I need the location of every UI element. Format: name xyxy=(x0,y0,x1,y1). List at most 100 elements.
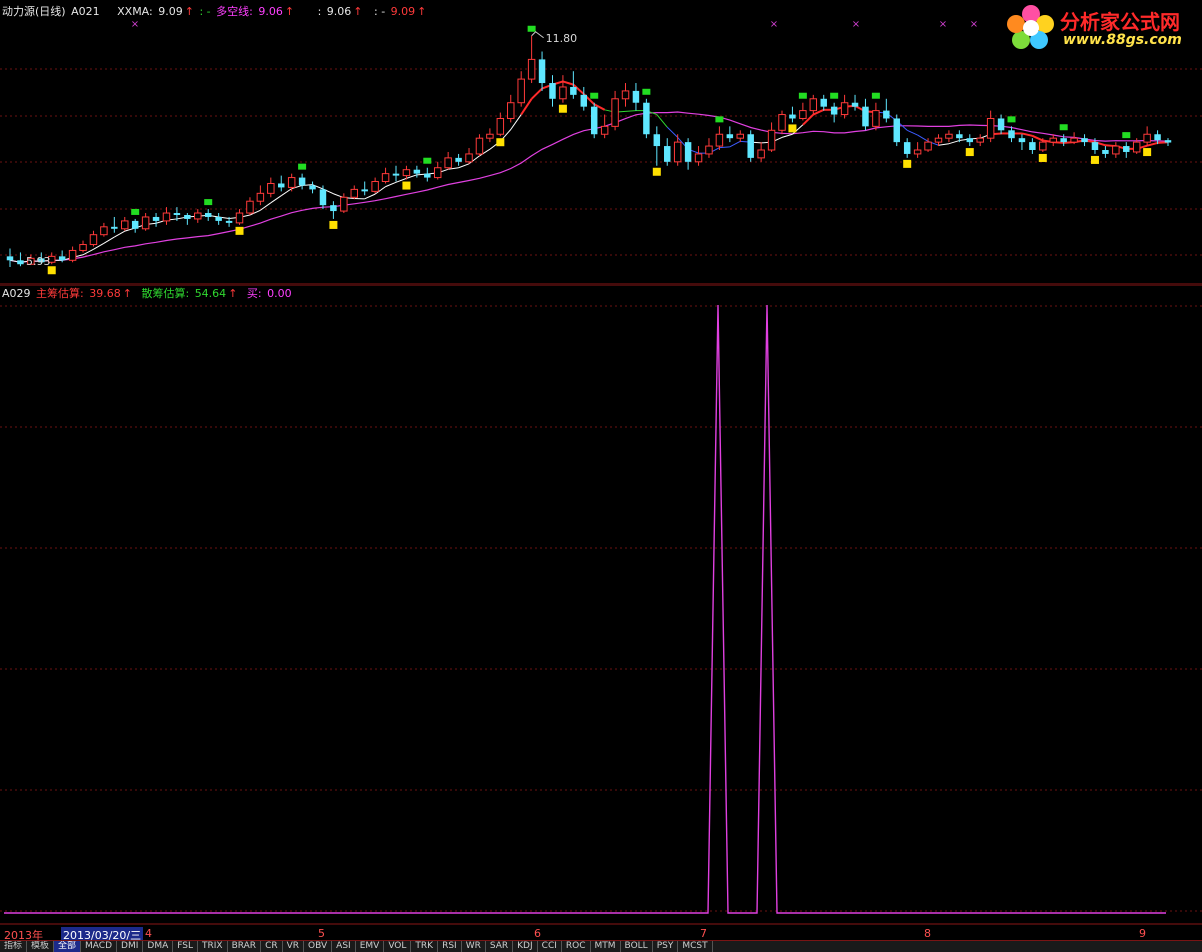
sell-signal-marker xyxy=(830,93,838,99)
candle-down xyxy=(727,134,733,138)
candle-up xyxy=(288,178,294,188)
candle-down xyxy=(1154,134,1160,140)
sep1: : - xyxy=(199,5,210,18)
zhuchou-value: 39.68 xyxy=(89,287,121,300)
candle-down xyxy=(174,213,180,215)
candle-down xyxy=(591,107,597,135)
candle-down xyxy=(581,95,587,107)
candle-down xyxy=(330,205,336,211)
tab-cci[interactable]: CCI xyxy=(538,941,562,952)
candle-up xyxy=(1144,134,1150,142)
candle-down xyxy=(299,178,305,186)
high-pointer xyxy=(532,32,544,38)
candle-up xyxy=(612,99,618,127)
date-axis: 2013年 2013/03/20/三 4 5 6 7 8 9 xyxy=(0,927,1202,940)
cross-marker: × xyxy=(770,19,778,30)
tab-vr[interactable]: VR xyxy=(283,941,304,952)
candle-up xyxy=(1113,146,1119,154)
tab-fsl[interactable]: FSL xyxy=(173,941,198,952)
sell-signal-marker xyxy=(528,26,536,32)
candle-up xyxy=(695,154,701,162)
candle-up xyxy=(372,182,378,192)
candle-down xyxy=(570,87,576,95)
candle-down xyxy=(205,213,211,217)
candle-down xyxy=(894,118,900,142)
tab-trk[interactable]: TRK xyxy=(411,941,438,952)
tab-asi[interactable]: ASI xyxy=(332,941,356,952)
sell-signal-marker xyxy=(1060,124,1068,130)
buy-signal-marker xyxy=(496,138,504,146)
tab-emv[interactable]: EMV xyxy=(356,941,385,952)
candle-up xyxy=(341,197,347,211)
up-arrow-icon: ↑ xyxy=(228,287,237,300)
candle-down xyxy=(633,91,639,103)
candle-down xyxy=(967,138,973,142)
cross-marker: × xyxy=(852,19,860,30)
sell-signal-marker xyxy=(423,158,431,164)
candle-up xyxy=(476,138,482,154)
candle-up xyxy=(257,193,263,201)
candle-down xyxy=(184,215,190,219)
cross-marker: × xyxy=(939,19,947,30)
indicator-chart[interactable] xyxy=(0,285,1202,925)
tab-kdj[interactable]: KDJ xyxy=(513,941,538,952)
tab-wr[interactable]: WR xyxy=(462,941,486,952)
candle-down xyxy=(320,189,326,205)
tab-mtm[interactable]: MTM xyxy=(591,941,621,952)
val2-prefix: : xyxy=(318,5,322,18)
candle-up xyxy=(873,111,879,127)
ma-segment xyxy=(104,237,114,243)
tab-obv[interactable]: OBV xyxy=(304,941,332,952)
ma-segment xyxy=(1032,136,1042,141)
candle-up xyxy=(69,250,75,260)
tab-boll[interactable]: BOLL xyxy=(621,941,653,952)
duokong-label: 多空线: xyxy=(216,5,253,18)
candle-down xyxy=(1060,138,1066,142)
tab-模板[interactable]: 模板 xyxy=(27,941,54,952)
candle-down xyxy=(132,221,138,229)
tab-mcst[interactable]: MCST xyxy=(678,941,712,952)
candle-up xyxy=(1050,138,1056,142)
upper-legend: 动力源(日线) A021 XXMA: 9.09↑ : - 多空线: 9.06↑ … xyxy=(2,5,428,19)
buy-signal-marker xyxy=(1091,156,1099,164)
candle-up xyxy=(1133,142,1139,152)
tab-sar[interactable]: SAR xyxy=(486,941,513,952)
tab-macd[interactable]: MACD xyxy=(81,941,117,952)
zhuchou-label: 主筹估算: xyxy=(36,287,84,300)
tab-dma[interactable]: DMA xyxy=(143,941,173,952)
candle-down xyxy=(1102,150,1108,154)
candle-down xyxy=(685,142,691,162)
indicator-code: A029 xyxy=(2,287,31,300)
candle-down xyxy=(654,134,660,146)
candle-down xyxy=(1165,140,1171,142)
tab-trix[interactable]: TRIX xyxy=(198,941,228,952)
buy-signal-marker xyxy=(236,227,244,235)
candle-up xyxy=(142,217,148,229)
candle-up xyxy=(508,103,514,119)
month-label: 8 xyxy=(924,927,931,940)
up-arrow-icon: ↑ xyxy=(185,5,194,18)
candle-down xyxy=(1092,142,1098,150)
candle-up xyxy=(518,79,524,103)
ma-segment xyxy=(1147,143,1157,146)
tab-vol[interactable]: VOL xyxy=(384,941,411,952)
tab-rsi[interactable]: RSI xyxy=(438,941,462,952)
tab-brar[interactable]: BRAR xyxy=(228,941,261,952)
tab-psy[interactable]: PSY xyxy=(653,941,679,952)
tab-cr[interactable]: CR xyxy=(261,941,283,952)
candle-down xyxy=(1008,130,1014,138)
up-arrow-icon: ↑ xyxy=(353,5,362,18)
tab-全部[interactable]: 全部 xyxy=(54,941,81,952)
tab-roc[interactable]: ROC xyxy=(562,941,591,952)
candle-down xyxy=(215,217,221,221)
candle-down xyxy=(393,174,399,176)
candle-up xyxy=(497,118,503,134)
sanchou-label: 散筹估算: xyxy=(141,287,189,300)
tab-指标[interactable]: 指标 xyxy=(0,941,27,952)
candle-up xyxy=(403,170,409,176)
up-arrow-icon: ↑ xyxy=(123,287,132,300)
tab-dmi[interactable]: DMI xyxy=(117,941,143,952)
candle-down xyxy=(1019,138,1025,142)
ma-segment xyxy=(719,147,729,148)
flower-logo-icon xyxy=(1005,2,1057,50)
